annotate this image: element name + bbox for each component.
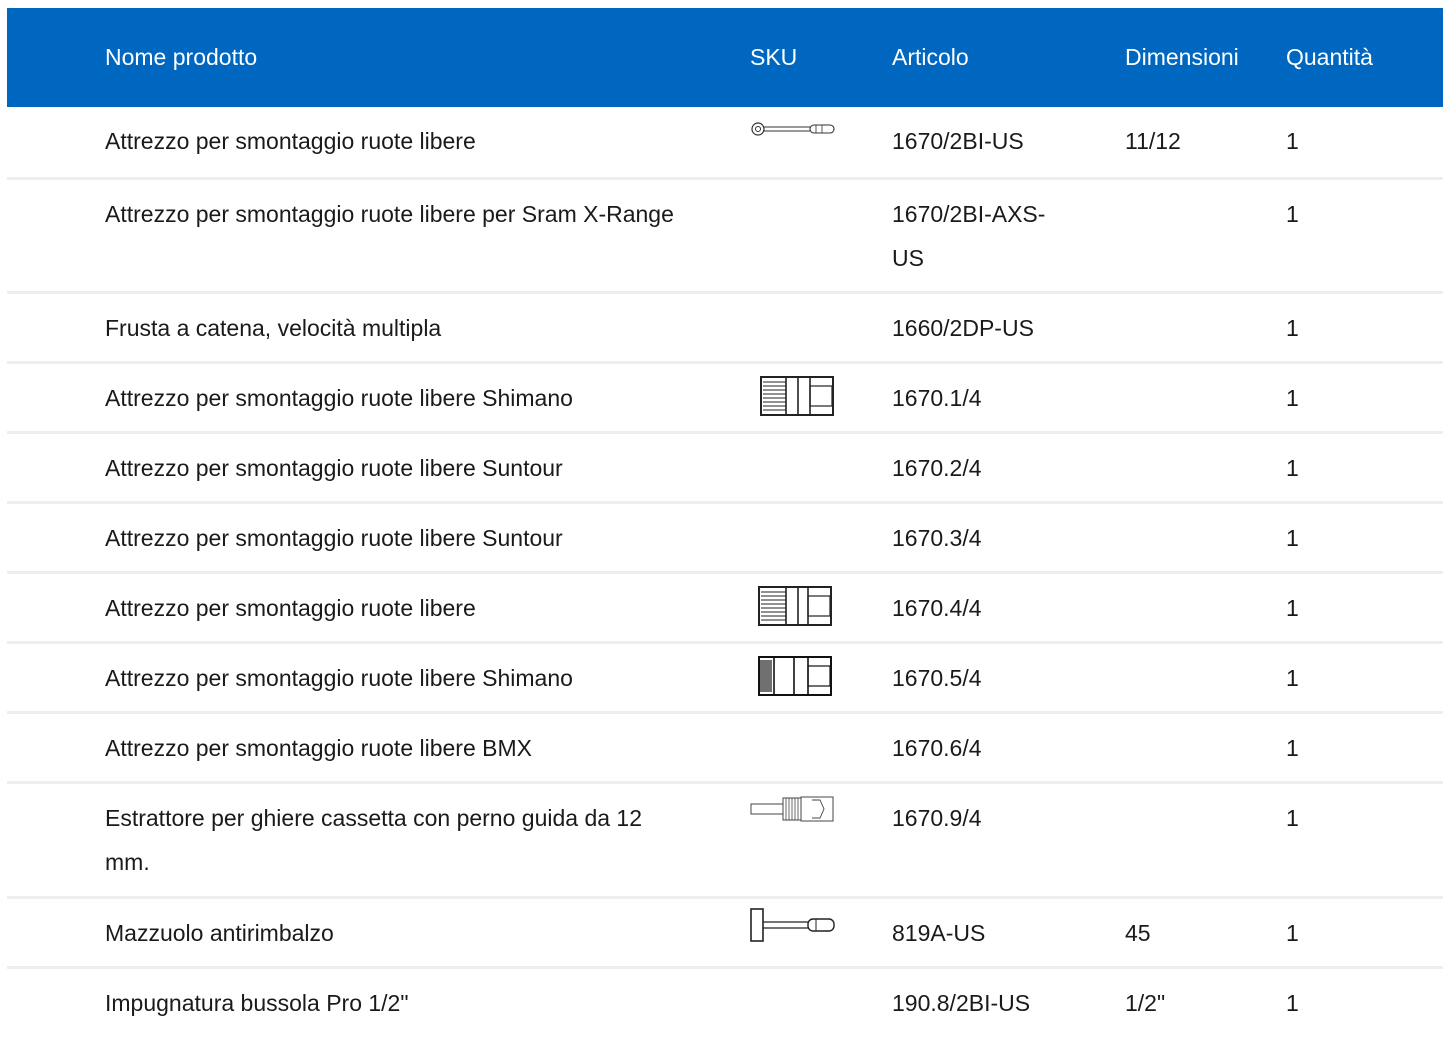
table-row: Attrezzo per smontaggio ruote libere per… bbox=[7, 180, 1443, 294]
quantity: 1 bbox=[1286, 315, 1299, 341]
sku-cell bbox=[750, 586, 892, 641]
mallet-icon bbox=[750, 908, 835, 942]
dimensions bbox=[1125, 586, 1286, 641]
table-row: Attrezzo per smontaggio ruote libere 167… bbox=[7, 574, 1443, 644]
table-row: Attrezzo per smontaggio ruote libere Sun… bbox=[7, 434, 1443, 504]
header-dimensions: Dimensioni bbox=[1125, 44, 1239, 70]
header-sku: SKU bbox=[750, 44, 798, 70]
splined-socket-dark-icon bbox=[758, 656, 832, 696]
dimensions bbox=[1125, 516, 1286, 571]
product-name: Attrezzo per smontaggio ruote libere bbox=[105, 128, 476, 154]
article-number: 190.8/2BI-US bbox=[892, 990, 1031, 1016]
table-row: Attrezzo per smontaggio ruote libere Shi… bbox=[7, 364, 1443, 434]
ratchet-wrench-icon bbox=[751, 122, 835, 136]
article-number: 1670.6/4 bbox=[892, 735, 982, 761]
table-row: Impugnatura bussola Pro 1/2" 190.8/2BI-U… bbox=[7, 969, 1443, 1039]
article-number: 1670.4/4 bbox=[892, 595, 982, 621]
quantity: 1 bbox=[1286, 525, 1299, 551]
article-number: 1660/2DP-US bbox=[892, 315, 1034, 341]
article-number: 1670.2/4 bbox=[892, 455, 982, 481]
quantity: 1 bbox=[1286, 128, 1299, 154]
dimensions bbox=[1125, 796, 1286, 896]
product-name: Attrezzo per smontaggio ruote libere Sun… bbox=[105, 455, 563, 481]
product-name: Estrattore per ghiere cassetta con perno… bbox=[105, 805, 643, 875]
sku-cell bbox=[750, 726, 892, 781]
article-number: 1670.3/4 bbox=[892, 525, 982, 551]
sku-cell bbox=[750, 516, 892, 571]
article-number: 1670.5/4 bbox=[892, 665, 982, 691]
table-row: Attrezzo per smontaggio ruote libere Sun… bbox=[7, 504, 1443, 574]
dimensions: 1/2" bbox=[1125, 990, 1166, 1016]
sku-cell bbox=[750, 981, 892, 1039]
dimensions: 11/12 bbox=[1125, 128, 1181, 154]
splined-socket-icon bbox=[760, 376, 834, 416]
product-name: Impugnatura bussola Pro 1/2" bbox=[105, 990, 409, 1016]
table-row: Attrezzo per smontaggio ruote libere 167… bbox=[7, 107, 1443, 180]
quantity: 1 bbox=[1286, 990, 1299, 1016]
article-number: 1670/2BI-US bbox=[892, 128, 1024, 154]
product-name: Attrezzo per smontaggio ruote libere Sun… bbox=[105, 525, 563, 551]
quantity: 1 bbox=[1286, 805, 1299, 831]
quantity: 1 bbox=[1286, 385, 1299, 411]
article-number: 819A-US bbox=[892, 920, 986, 946]
guide-pin-extractor-icon bbox=[750, 796, 834, 822]
sku-cell bbox=[750, 119, 892, 177]
sku-cell bbox=[750, 656, 892, 711]
quantity: 1 bbox=[1286, 595, 1299, 621]
quantity: 1 bbox=[1286, 455, 1299, 481]
article-number: 1670.1/4 bbox=[892, 385, 982, 411]
product-name: Mazzuolo antirimbalzo bbox=[105, 920, 334, 946]
quantity: 1 bbox=[1286, 735, 1299, 761]
article-number: 1670/2BI-AXS-US bbox=[892, 201, 1046, 271]
header-article: Articolo bbox=[892, 44, 969, 70]
table-header: Nome prodotto SKU Articolo Dimensioni Qu… bbox=[7, 8, 1443, 107]
products-table: Nome prodotto SKU Articolo Dimensioni Qu… bbox=[7, 8, 1443, 1039]
dimensions bbox=[1125, 446, 1286, 501]
sku-cell bbox=[750, 192, 892, 291]
quantity: 1 bbox=[1286, 920, 1299, 946]
header-quantity: Quantità bbox=[1286, 44, 1373, 70]
table-row: Mazzuolo antirimbalzo 819A-US 45 1 bbox=[7, 899, 1443, 969]
quantity: 1 bbox=[1286, 201, 1299, 227]
sku-cell bbox=[750, 306, 892, 361]
product-name: Attrezzo per smontaggio ruote libere per… bbox=[105, 201, 674, 227]
table-row: Estrattore per ghiere cassetta con perno… bbox=[7, 784, 1443, 899]
dimensions bbox=[1125, 192, 1286, 291]
splined-socket-icon bbox=[758, 586, 832, 626]
dimensions bbox=[1125, 376, 1286, 431]
sku-cell bbox=[750, 446, 892, 501]
product-name: Attrezzo per smontaggio ruote libere Shi… bbox=[105, 385, 573, 411]
dimensions: 45 bbox=[1125, 920, 1151, 946]
table-row: Frusta a catena, velocità multipla 1660/… bbox=[7, 294, 1443, 364]
header-name: Nome prodotto bbox=[105, 44, 258, 70]
sku-cell bbox=[750, 796, 892, 896]
quantity: 1 bbox=[1286, 665, 1299, 691]
table-row: Attrezzo per smontaggio ruote libere Shi… bbox=[7, 644, 1443, 714]
product-name: Frusta a catena, velocità multipla bbox=[105, 315, 442, 341]
sku-cell bbox=[750, 908, 892, 966]
sku-cell bbox=[750, 376, 892, 431]
article-number: 1670.9/4 bbox=[892, 805, 982, 831]
table-row: Attrezzo per smontaggio ruote libere BMX… bbox=[7, 714, 1443, 784]
dimensions bbox=[1125, 306, 1286, 361]
dimensions bbox=[1125, 726, 1286, 781]
product-name: Attrezzo per smontaggio ruote libere bbox=[105, 595, 476, 621]
product-name: Attrezzo per smontaggio ruote libere BMX bbox=[105, 735, 532, 761]
dimensions bbox=[1125, 656, 1286, 711]
product-name: Attrezzo per smontaggio ruote libere Shi… bbox=[105, 665, 573, 691]
